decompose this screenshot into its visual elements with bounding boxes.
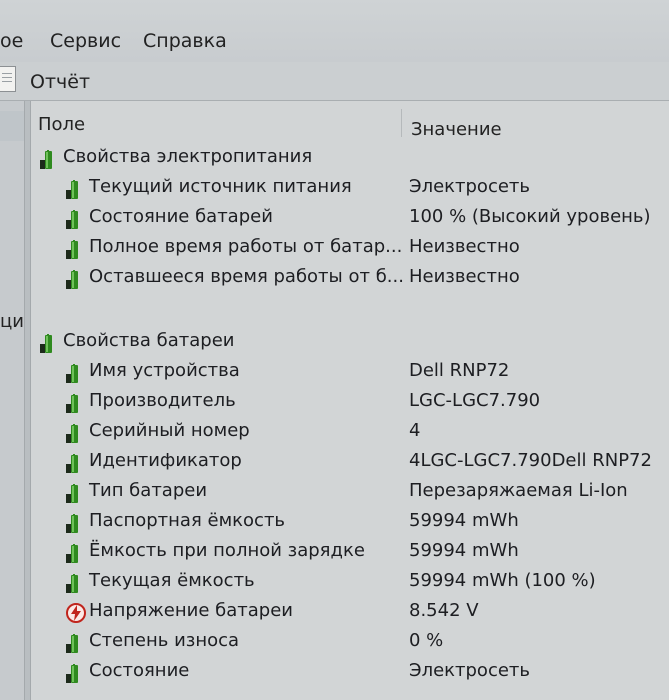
property-row[interactable]: Серийный номер 4	[31, 417, 669, 445]
battery-icon	[65, 422, 85, 444]
property-row[interactable]: Тип батареи Перезаряжаемая Li-Ion	[31, 477, 669, 505]
group-row[interactable]: Свойства батареи	[31, 327, 669, 355]
menu-item-view[interactable]: ое	[0, 30, 23, 52]
property-value: Dell RNP72	[409, 360, 510, 381]
battery-icon	[65, 542, 85, 564]
property-value: LGC-LGC7.790	[409, 390, 541, 411]
menu-item-service[interactable]: Сервис	[50, 30, 121, 52]
report-button[interactable]: Отчёт	[30, 71, 90, 93]
property-value: 4LGC-LGC7.790Dell RNP72	[409, 450, 652, 471]
group-row[interactable]: Свойства электропитания	[31, 143, 669, 171]
property-row[interactable]: Полное время работы от батар... Неизвестн…	[31, 233, 669, 261]
property-name: Паспортная ёмкость	[89, 510, 286, 531]
menu-item-help[interactable]: Справка	[143, 30, 227, 52]
property-table: Поле Значение Свойства электропитания Тек…	[31, 101, 669, 700]
property-value: 4	[409, 420, 421, 441]
group-label: Свойства электропитания	[63, 146, 313, 167]
property-name: Тип батареи	[89, 480, 208, 501]
property-row[interactable]: Состояние Электросеть	[31, 657, 669, 685]
property-value: Электросеть	[409, 176, 531, 197]
group-label: Свойства батареи	[63, 330, 235, 351]
property-row[interactable]: Напряжение батареи 8.542 V	[31, 597, 669, 625]
battery-icon	[65, 512, 85, 534]
property-name: Напряжение батареи	[89, 600, 293, 621]
property-name: Состояние батарей	[89, 206, 273, 227]
property-name: Степень износа	[89, 630, 240, 651]
battery-icon	[65, 662, 85, 684]
property-name: Текущая ёмкость	[89, 570, 255, 591]
property-value: 100 % (Высокий уровень)	[409, 206, 651, 227]
property-row[interactable]: Паспортная ёмкость 59994 mWh	[31, 507, 669, 535]
battery-icon	[65, 632, 85, 654]
battery-icon	[65, 482, 85, 504]
column-separator[interactable]	[401, 109, 402, 137]
property-value: 59994 mWh	[409, 510, 519, 531]
pane-splitter[interactable]	[24, 101, 31, 700]
battery-icon	[39, 332, 59, 354]
property-row[interactable]: Имя устройства Dell RNP72	[31, 357, 669, 385]
property-name: Производитель	[89, 390, 236, 411]
battery-icon	[65, 392, 85, 414]
battery-icon	[65, 238, 85, 260]
property-row[interactable]: Текущий источник питания Электросеть	[31, 173, 669, 201]
property-row[interactable]: Степень износа 0 %	[31, 627, 669, 655]
property-value: 0 %	[409, 630, 444, 651]
property-name: Ёмкость при полной зарядке	[89, 540, 365, 561]
battery-icon	[65, 178, 85, 200]
property-row[interactable]: Идентификатор 4LGC-LGC7.790Dell RNP72	[31, 447, 669, 475]
column-header-value[interactable]: Значение	[411, 119, 502, 140]
property-row[interactable]: Производитель LGC-LGC7.790	[31, 387, 669, 415]
battery-icon	[65, 572, 85, 594]
property-row[interactable]: Оставшееся время работы от б... Неизвестн…	[31, 263, 669, 291]
property-name: Полное время работы от батар...	[89, 236, 403, 257]
property-value: 59994 mWh (100 %)	[409, 570, 596, 591]
column-header-field[interactable]: Поле	[38, 114, 85, 135]
property-value: Перезаряжаемая Li-Ion	[409, 480, 628, 501]
property-row[interactable]: Состояние батарей 100 % (Высокий уровень)	[31, 203, 669, 231]
battery-icon	[65, 452, 85, 474]
property-value: 59994 mWh	[409, 540, 519, 561]
left-tree-pane[interactable]: ци	[0, 101, 24, 700]
battery-icon	[65, 208, 85, 230]
battery-icon	[65, 268, 85, 290]
battery-icon	[65, 362, 85, 384]
toolbar: Отчёт	[0, 62, 669, 101]
property-name: Серийный номер	[89, 420, 250, 441]
property-name: Имя устройства	[89, 360, 240, 381]
property-row[interactable]: Ёмкость при полной зарядке 59994 mWh	[31, 537, 669, 565]
property-name: Идентификатор	[89, 450, 242, 471]
property-value: Неизвестно	[409, 236, 520, 257]
property-name: Текущий источник питания	[89, 176, 352, 197]
left-tree-selection	[0, 111, 24, 141]
report-icon[interactable]	[0, 66, 16, 92]
voltage-icon	[65, 602, 86, 624]
property-row[interactable]: Текущая ёмкость 59994 mWh (100 %)	[31, 567, 669, 595]
property-value: Неизвестно	[409, 266, 520, 287]
left-tree-item[interactable]: ци	[0, 311, 24, 332]
battery-icon	[39, 148, 59, 170]
menu-bar: ое Сервис Справка	[0, 0, 669, 63]
property-value: 8.542 V	[409, 600, 479, 621]
property-name: Состояние	[89, 660, 190, 681]
property-value: Электросеть	[409, 660, 531, 681]
property-name: Оставшееся время работы от б...	[89, 266, 404, 287]
